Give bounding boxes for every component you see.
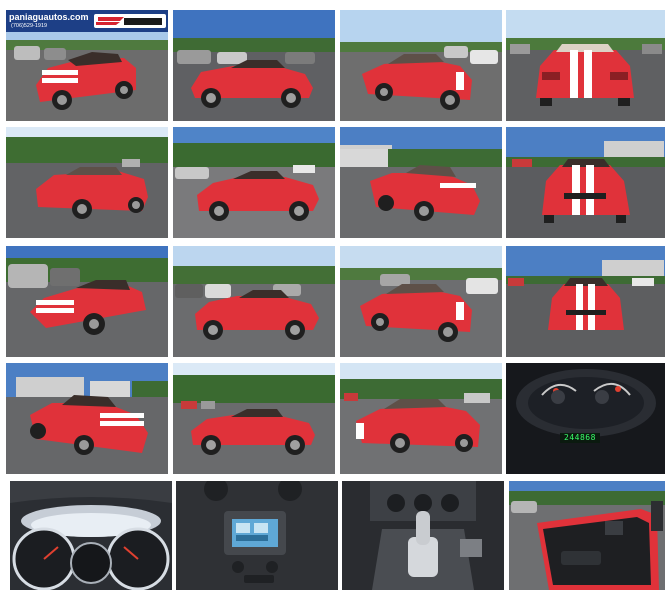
photo-thumbnail-12[interactable] xyxy=(506,246,665,357)
gauge-photo-icon xyxy=(506,363,665,474)
shifter-photo-icon xyxy=(342,481,504,590)
car-photo-icon xyxy=(6,127,168,238)
photo-thumbnail-20[interactable] xyxy=(509,481,665,590)
photo-thumbnail-6[interactable] xyxy=(173,127,335,238)
photo-thumbnail-10[interactable] xyxy=(173,246,335,357)
car-photo-icon xyxy=(340,10,502,121)
photo-thumbnail-13[interactable] xyxy=(6,363,168,474)
car-photo-icon xyxy=(340,363,502,474)
photo-thumbnail-18[interactable] xyxy=(176,481,338,590)
odometer-readout: 244868 xyxy=(564,433,596,442)
dashboard-photo-icon xyxy=(10,481,172,590)
car-photo-icon xyxy=(173,363,335,474)
photo-thumbnail-4[interactable] xyxy=(506,10,665,121)
car-photo-icon xyxy=(6,246,168,357)
photo-thumbnail-17[interactable] xyxy=(10,481,172,590)
car-photo-icon xyxy=(340,127,502,238)
photo-thumbnail-9[interactable] xyxy=(6,246,168,357)
photo-thumbnail-1[interactable]: paniaguautos.com (706)529-1919 xyxy=(6,10,168,121)
photo-thumbnail-2[interactable] xyxy=(173,10,335,121)
car-photo-icon xyxy=(506,127,665,238)
car-photo-icon xyxy=(173,246,335,357)
photo-thumbnail-8[interactable] xyxy=(506,127,665,238)
photo-thumbnail-15[interactable] xyxy=(340,363,502,474)
dealer-banner: paniaguautos.com (706)529-1919 xyxy=(6,10,168,32)
dealer-phone-label: (706)529-1919 xyxy=(11,23,48,29)
photo-thumbnail-5[interactable] xyxy=(6,127,168,238)
dealer-logo-icon xyxy=(94,14,166,28)
photo-thumbnail-16[interactable]: 244868 xyxy=(506,363,665,474)
car-photo-icon xyxy=(506,10,665,121)
car-photo-icon xyxy=(6,363,168,474)
car-photo-icon xyxy=(340,246,502,357)
car-photo-icon xyxy=(173,10,335,121)
dealer-site-label: paniaguautos.com xyxy=(9,12,89,22)
stereo-photo-icon xyxy=(176,481,338,590)
photo-thumbnail-14[interactable] xyxy=(173,363,335,474)
photo-thumbnail-7[interactable] xyxy=(340,127,502,238)
car-photo-icon xyxy=(506,246,665,357)
photo-thumbnail-11[interactable] xyxy=(340,246,502,357)
photo-thumbnail-19[interactable] xyxy=(342,481,504,590)
door-photo-icon xyxy=(509,481,665,590)
photo-thumbnail-3[interactable] xyxy=(340,10,502,121)
car-photo-icon xyxy=(173,127,335,238)
